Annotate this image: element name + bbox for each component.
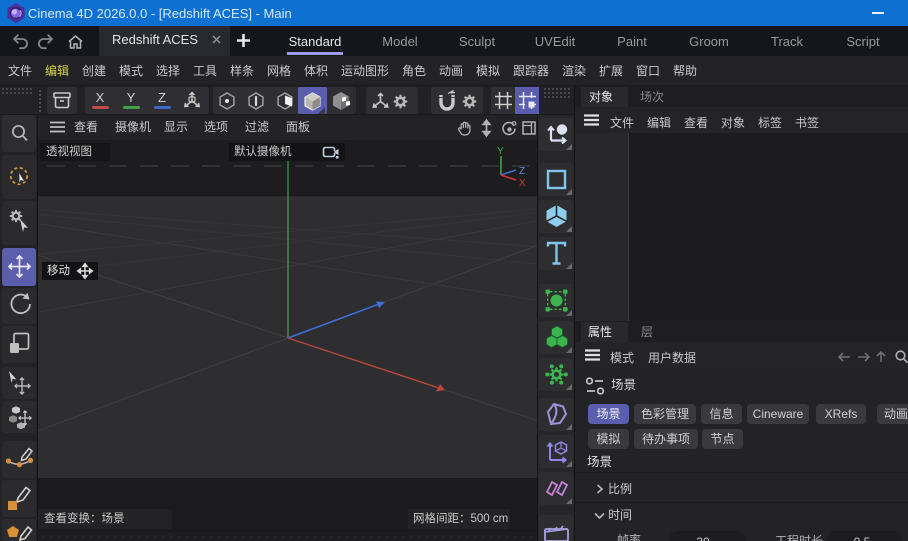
svg-text:Z: Z: [519, 166, 525, 177]
svg-text:Y: Y: [497, 146, 504, 157]
svg-text:X: X: [519, 178, 526, 189]
